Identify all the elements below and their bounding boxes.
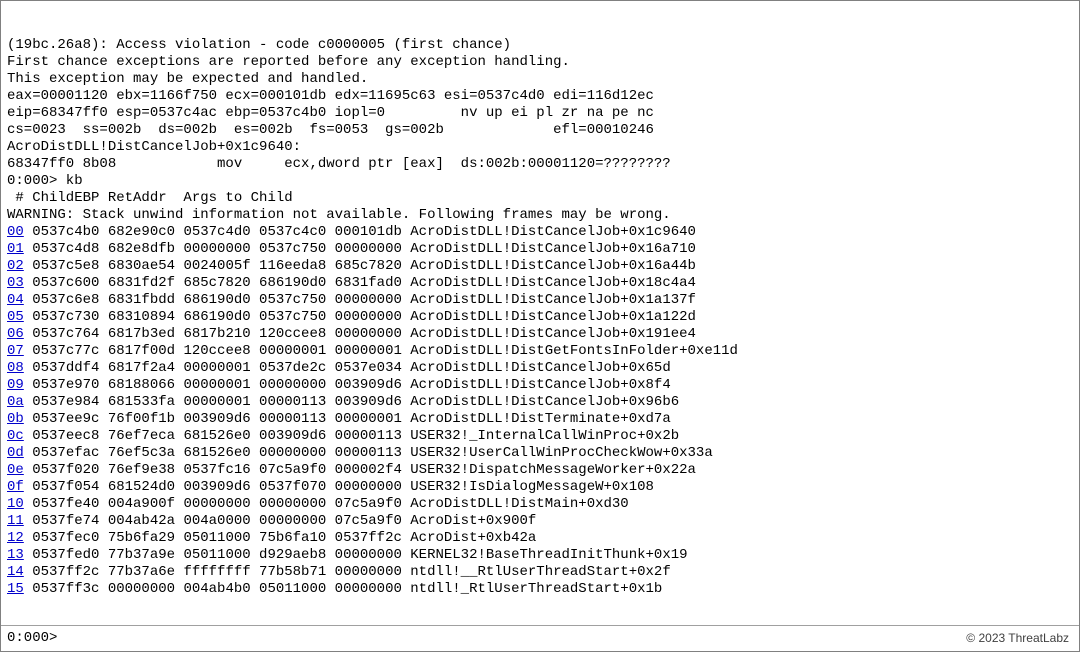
- command-prompt: 0:000>: [7, 630, 66, 647]
- frame-detail: 0537c5e8 6830ae54 0024005f 116eeda8 685c…: [24, 258, 696, 274]
- output-line: (19bc.26a8): Access violation - code c00…: [7, 37, 1073, 54]
- output-line: eax=00001120 ebx=1166f750 ecx=000101db e…: [7, 88, 1073, 105]
- frame-index-link[interactable]: 00: [7, 224, 24, 240]
- frame-index-link[interactable]: 09: [7, 377, 24, 393]
- frame-index-link[interactable]: 12: [7, 530, 24, 546]
- frame-detail: 0537fe74 004ab42a 004a0000 00000000 07c5…: [24, 513, 536, 529]
- output-pane[interactable]: (19bc.26a8): Access violation - code c00…: [1, 1, 1079, 625]
- output-line: This exception may be expected and handl…: [7, 71, 1073, 88]
- frame-detail: 0537ee9c 76f00f1b 003909d6 00000113 0000…: [24, 411, 671, 427]
- output-line: eip=68347ff0 esp=0537c4ac ebp=0537c4b0 i…: [7, 105, 1073, 122]
- command-input[interactable]: [66, 631, 1073, 647]
- stack-frame-row: 0c 0537eec8 76ef7eca 681526e0 003909d6 0…: [7, 428, 1073, 445]
- output-line: 68347ff0 8b08 mov ecx,dword ptr [eax] ds…: [7, 156, 1073, 173]
- stack-frame-row: 0d 0537efac 76ef5c3a 681526e0 00000000 0…: [7, 445, 1073, 462]
- frame-index-link[interactable]: 0b: [7, 411, 24, 427]
- frame-index-link[interactable]: 0a: [7, 394, 24, 410]
- frame-detail: 0537c730 68310894 686190d0 0537c750 0000…: [24, 309, 696, 325]
- frame-index-link[interactable]: 04: [7, 292, 24, 308]
- stack-frame-row: 00 0537c4b0 682e90c0 0537c4d0 0537c4c0 0…: [7, 224, 1073, 241]
- stack-frame-row: 11 0537fe74 004ab42a 004a0000 00000000 0…: [7, 513, 1073, 530]
- stack-frame-row: 10 0537fe40 004a900f 00000000 00000000 0…: [7, 496, 1073, 513]
- stack-frame-row: 01 0537c4d8 682e8dfb 00000000 0537c750 0…: [7, 241, 1073, 258]
- frame-detail: 0537c600 6831fd2f 685c7820 686190d0 6831…: [24, 275, 696, 291]
- stack-frame-row: 0e 0537f020 76ef9e38 0537fc16 07c5a9f0 0…: [7, 462, 1073, 479]
- frame-detail: 0537ff3c 00000000 004ab4b0 05011000 0000…: [24, 581, 663, 597]
- frame-index-link[interactable]: 03: [7, 275, 24, 291]
- frame-index-link[interactable]: 08: [7, 360, 24, 376]
- output-line: cs=0023 ss=002b ds=002b es=002b fs=0053 …: [7, 122, 1073, 139]
- stack-frame-row: 05 0537c730 68310894 686190d0 0537c750 0…: [7, 309, 1073, 326]
- frame-index-link[interactable]: 05: [7, 309, 24, 325]
- stack-frame-row: 0b 0537ee9c 76f00f1b 003909d6 00000113 0…: [7, 411, 1073, 428]
- frame-detail: 0537ff2c 77b37a6e ffffffff 77b58b71 0000…: [24, 564, 671, 580]
- frame-index-link[interactable]: 13: [7, 547, 24, 563]
- frame-detail: 0537c4d8 682e8dfb 00000000 0537c750 0000…: [24, 241, 696, 257]
- frame-detail: 0537fec0 75b6fa29 05011000 75b6fa10 0537…: [24, 530, 536, 546]
- frame-detail: 0537c77c 6817f00d 120ccee8 00000001 0000…: [24, 343, 738, 359]
- stack-frame-row: 09 0537e970 68188066 00000001 00000000 0…: [7, 377, 1073, 394]
- stack-frame-row: 14 0537ff2c 77b37a6e ffffffff 77b58b71 0…: [7, 564, 1073, 581]
- output-line: First chance exceptions are reported bef…: [7, 54, 1073, 71]
- stack-frame-row: 08 0537ddf4 6817f2a4 00000001 0537de2c 0…: [7, 360, 1073, 377]
- frame-detail: 0537c6e8 6831fbdd 686190d0 0537c750 0000…: [24, 292, 696, 308]
- debugger-window: (19bc.26a8): Access violation - code c00…: [0, 0, 1080, 652]
- output-content: (19bc.26a8): Access violation - code c00…: [7, 37, 1073, 598]
- frame-index-link[interactable]: 10: [7, 496, 24, 512]
- stack-frame-row: 03 0537c600 6831fd2f 685c7820 686190d0 6…: [7, 275, 1073, 292]
- frame-index-link[interactable]: 02: [7, 258, 24, 274]
- frame-detail: 0537e970 68188066 00000001 00000000 0039…: [24, 377, 671, 393]
- frame-detail: 0537f054 681524d0 003909d6 0537f070 0000…: [24, 479, 654, 495]
- frame-index-link[interactable]: 0d: [7, 445, 24, 461]
- frame-detail: 0537eec8 76ef7eca 681526e0 003909d6 0000…: [24, 428, 679, 444]
- output-line: # ChildEBP RetAddr Args to Child: [7, 190, 1073, 207]
- stack-frame-row: 0f 0537f054 681524d0 003909d6 0537f070 0…: [7, 479, 1073, 496]
- stack-frame-row: 0a 0537e984 681533fa 00000001 00000113 0…: [7, 394, 1073, 411]
- frame-index-link[interactable]: 14: [7, 564, 24, 580]
- stack-frame-row: 13 0537fed0 77b37a9e 05011000 d929aeb8 0…: [7, 547, 1073, 564]
- stack-frame-row: 12 0537fec0 75b6fa29 05011000 75b6fa10 0…: [7, 530, 1073, 547]
- stack-frame-row: 07 0537c77c 6817f00d 120ccee8 00000001 0…: [7, 343, 1073, 360]
- frame-index-link[interactable]: 01: [7, 241, 24, 257]
- frame-index-link[interactable]: 11: [7, 513, 24, 529]
- frame-detail: 0537e984 681533fa 00000001 00000113 0039…: [24, 394, 679, 410]
- frame-detail: 0537fe40 004a900f 00000000 00000000 07c5…: [24, 496, 629, 512]
- frame-detail: 0537fed0 77b37a9e 05011000 d929aeb8 0000…: [24, 547, 688, 563]
- frame-detail: 0537c4b0 682e90c0 0537c4d0 0537c4c0 0001…: [24, 224, 696, 240]
- frame-index-link[interactable]: 0c: [7, 428, 24, 444]
- frame-detail: 0537ddf4 6817f2a4 00000001 0537de2c 0537…: [24, 360, 671, 376]
- frame-index-link[interactable]: 15: [7, 581, 24, 597]
- stack-frame-row: 06 0537c764 6817b3ed 6817b210 120ccee8 0…: [7, 326, 1073, 343]
- frame-detail: 0537efac 76ef5c3a 681526e0 00000000 0000…: [24, 445, 713, 461]
- stack-frame-row: 02 0537c5e8 6830ae54 0024005f 116eeda8 6…: [7, 258, 1073, 275]
- stack-frame-row: 04 0537c6e8 6831fbdd 686190d0 0537c750 0…: [7, 292, 1073, 309]
- frame-index-link[interactable]: 07: [7, 343, 24, 359]
- frame-index-link[interactable]: 0e: [7, 462, 24, 478]
- output-line: 0:000> kb: [7, 173, 1073, 190]
- frame-index-link[interactable]: 0f: [7, 479, 24, 495]
- command-bar: 0:000> © 2023 ThreatLabz: [1, 625, 1079, 651]
- output-line: WARNING: Stack unwind information not av…: [7, 207, 1073, 224]
- frame-detail: 0537c764 6817b3ed 6817b210 120ccee8 0000…: [24, 326, 696, 342]
- output-line: AcroDistDLL!DistCancelJob+0x1c9640:: [7, 139, 1073, 156]
- stack-frame-row: 15 0537ff3c 00000000 004ab4b0 05011000 0…: [7, 581, 1073, 598]
- frame-index-link[interactable]: 06: [7, 326, 24, 342]
- frame-detail: 0537f020 76ef9e38 0537fc16 07c5a9f0 0000…: [24, 462, 696, 478]
